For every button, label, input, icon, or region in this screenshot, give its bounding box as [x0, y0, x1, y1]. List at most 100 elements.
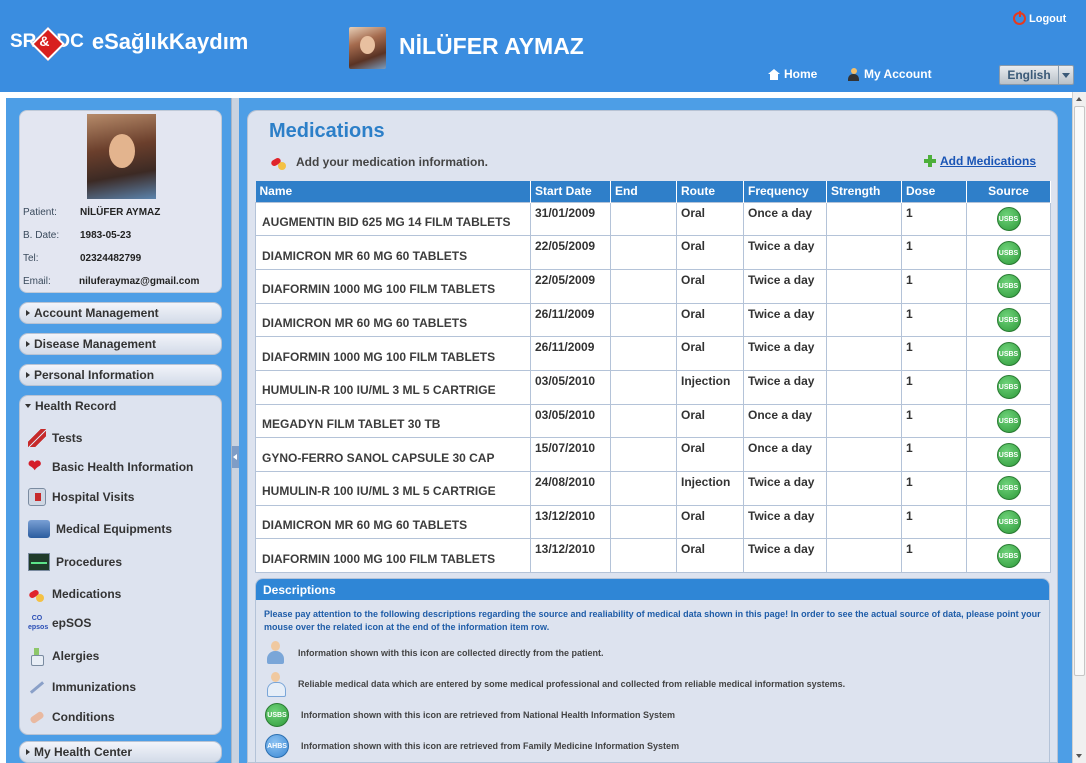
sidebar-item-label: Hospital Visits: [52, 490, 135, 504]
column-header-name[interactable]: Name: [255, 181, 531, 202]
procedures-icon: [28, 553, 50, 571]
table-row[interactable]: DIAMICRON MR 60 MG 60 TABLETS 13/12/2010 O…: [255, 504, 1051, 540]
sidebar-item-procedures[interactable]: Procedures: [28, 553, 122, 571]
menu-my-health-center-label: My Health Center: [34, 745, 133, 759]
usbs-icon[interactable]: USBS: [996, 375, 1021, 400]
cell-start-date: 26/11/2009: [530, 336, 611, 371]
table-row[interactable]: DIAMICRON MR 60 MG 60 TABLETS 22/05/2009 O…: [255, 235, 1051, 270]
cell-source: USBS: [966, 268, 1051, 304]
table-row[interactable]: AUGMENTIN BID 625 MG 14 FILM TABLETS 31/0…: [255, 201, 1051, 237]
cell-start-date: 31/01/2009: [530, 201, 611, 237]
sidebar-item-medical-equipments[interactable]: Medical Equipments: [28, 520, 172, 538]
profile-email-row: Email: niluferaymaz@gmail.com: [23, 276, 199, 287]
cell-name: DIAMICRON MR 60 MG 60 TABLETS: [255, 235, 531, 270]
sidebar-item-hospital-visits[interactable]: Hospital Visits: [28, 488, 134, 506]
menu-my-health-center[interactable]: My Health Center: [19, 741, 222, 763]
table-row[interactable]: DIAFORMIN 1000 MG 100 FILM TABLETS 22/05/…: [255, 268, 1051, 304]
nav-home-link[interactable]: Home: [768, 67, 817, 81]
menu-account-management[interactable]: Account Management: [19, 302, 222, 324]
column-header-frequency[interactable]: Frequency: [743, 181, 827, 202]
usbs-icon[interactable]: USBS: [996, 408, 1021, 433]
table-row[interactable]: GYNO-FERRO SANOL CAPSULE 30 CAP 15/07/201…: [255, 437, 1051, 472]
nav-my-account-label: My Account: [864, 67, 932, 81]
cell-end: [610, 235, 677, 270]
table-row[interactable]: HUMULIN-R 100 IU/ML 3 ML 5 CARTRIGE 03/05…: [255, 369, 1051, 405]
cell-name: HUMULIN-R 100 IU/ML 3 ML 5 CARTRIGE: [255, 369, 531, 405]
cell-frequency: Twice a day: [743, 235, 827, 270]
cell-route: Oral: [676, 268, 744, 304]
sidebar-item-conditions[interactable]: Conditions: [28, 708, 115, 726]
column-header-source[interactable]: Source: [966, 181, 1051, 202]
profile-patient-value: NİLÜFER AYMAZ: [80, 207, 161, 218]
sidebar-item-alergies[interactable]: Alergies: [28, 647, 100, 666]
sidebar-item-tests[interactable]: Tests: [28, 429, 82, 447]
usbs-icon[interactable]: USBS: [996, 510, 1021, 535]
header-user-name: NİLÜFER AYMAZ: [399, 33, 584, 59]
usbs-icon[interactable]: USBS: [996, 442, 1021, 467]
caret-right-icon: [26, 341, 30, 347]
cell-source: USBS: [966, 471, 1051, 506]
usbs-icon[interactable]: USBS: [996, 240, 1021, 265]
cell-end: [610, 369, 677, 405]
cell-strength: [826, 437, 902, 472]
cell-name: DIAMICRON MR 60 MG 60 TABLETS: [255, 302, 531, 338]
sidebar-item-immunizations[interactable]: Immunizations: [28, 678, 136, 696]
scroll-up-arrow-icon[interactable]: [1073, 92, 1086, 106]
table-row[interactable]: HUMULIN-R 100 IU/ML 3 ML 5 CARTRIGE 24/08…: [255, 471, 1051, 506]
cell-start-date: 26/11/2009: [530, 302, 611, 338]
table-row[interactable]: DIAFORMIN 1000 MG 100 FILM TABLETS 26/11/…: [255, 336, 1051, 371]
cell-dose: 1: [901, 336, 967, 371]
cell-strength: [826, 369, 902, 405]
column-header-end[interactable]: End: [610, 181, 677, 202]
cell-start-date: 03/05/2010: [530, 403, 611, 439]
cell-source: USBS: [966, 336, 1051, 371]
user-icon: [848, 67, 859, 81]
menu-account-management-label: Account Management: [34, 306, 159, 320]
app-logo[interactable]: SR & DC eSağlıkKaydım: [10, 28, 248, 56]
chevron-down-icon[interactable]: [1058, 66, 1073, 84]
cell-strength: [826, 268, 902, 304]
hospital-icon: [28, 488, 46, 506]
sidebar-item-epsos[interactable]: CO epsos epSOS: [28, 614, 91, 632]
profile-bdate-row: B. Date: 1983-05-23: [23, 230, 131, 241]
scrollbar-thumb[interactable]: [1074, 106, 1085, 676]
sidebar-item-basic-health-information[interactable]: Basic Health Information: [28, 456, 193, 476]
sidebar-splitter[interactable]: [231, 98, 239, 763]
column-header-dose[interactable]: Dose: [901, 181, 967, 202]
menu-disease-management[interactable]: Disease Management: [19, 333, 222, 355]
usbs-icon[interactable]: USBS: [996, 307, 1021, 332]
menu-personal-information[interactable]: Personal Information: [19, 364, 222, 386]
cell-frequency: Once a day: [743, 201, 827, 237]
language-select[interactable]: English: [999, 65, 1074, 85]
usbs-icon[interactable]: USBS: [996, 206, 1021, 231]
equipment-icon: [28, 520, 50, 538]
scroll-down-arrow-icon[interactable]: [1073, 749, 1086, 763]
nav-my-account-link[interactable]: My Account: [848, 67, 932, 81]
cell-end: [610, 268, 677, 304]
menu-health-record[interactable]: Health Record: [19, 395, 222, 417]
cell-source: USBS: [966, 201, 1051, 237]
sidebar-item-label: Alergies: [52, 649, 100, 663]
doctor-icon: [265, 672, 286, 697]
cell-route: Oral: [676, 403, 744, 439]
add-medications-link[interactable]: Add Medications: [923, 154, 1036, 168]
column-header-strength[interactable]: Strength: [826, 181, 902, 202]
usbs-icon[interactable]: USBS: [996, 274, 1021, 299]
usbs-icon[interactable]: USBS: [996, 341, 1021, 366]
logout-link[interactable]: Logout: [1013, 11, 1066, 25]
cell-end: [610, 201, 677, 237]
cell-dose: 1: [901, 471, 967, 506]
page-scrollbar[interactable]: [1072, 92, 1086, 763]
table-row[interactable]: DIAMICRON MR 60 MG 60 TABLETS 26/11/2009 O…: [255, 302, 1051, 338]
usbs-icon[interactable]: USBS: [996, 476, 1021, 501]
usbs-icon[interactable]: USBS: [996, 543, 1021, 568]
cell-source: USBS: [966, 538, 1051, 574]
column-header-route[interactable]: Route: [676, 181, 744, 202]
cell-dose: 1: [901, 302, 967, 338]
table-row[interactable]: MEGADYN FILM TABLET 30 TB 03/05/2010 Oral O…: [255, 403, 1051, 439]
sidebar-item-medications[interactable]: Medications: [28, 585, 121, 603]
column-header-start-date[interactable]: Start Date: [530, 181, 611, 202]
table-row[interactable]: DIAFORMIN 1000 MG 100 FILM TABLETS 13/12/…: [255, 538, 1051, 574]
collapse-sidebar-button[interactable]: [232, 446, 239, 468]
cell-frequency: Twice a day: [743, 336, 827, 371]
